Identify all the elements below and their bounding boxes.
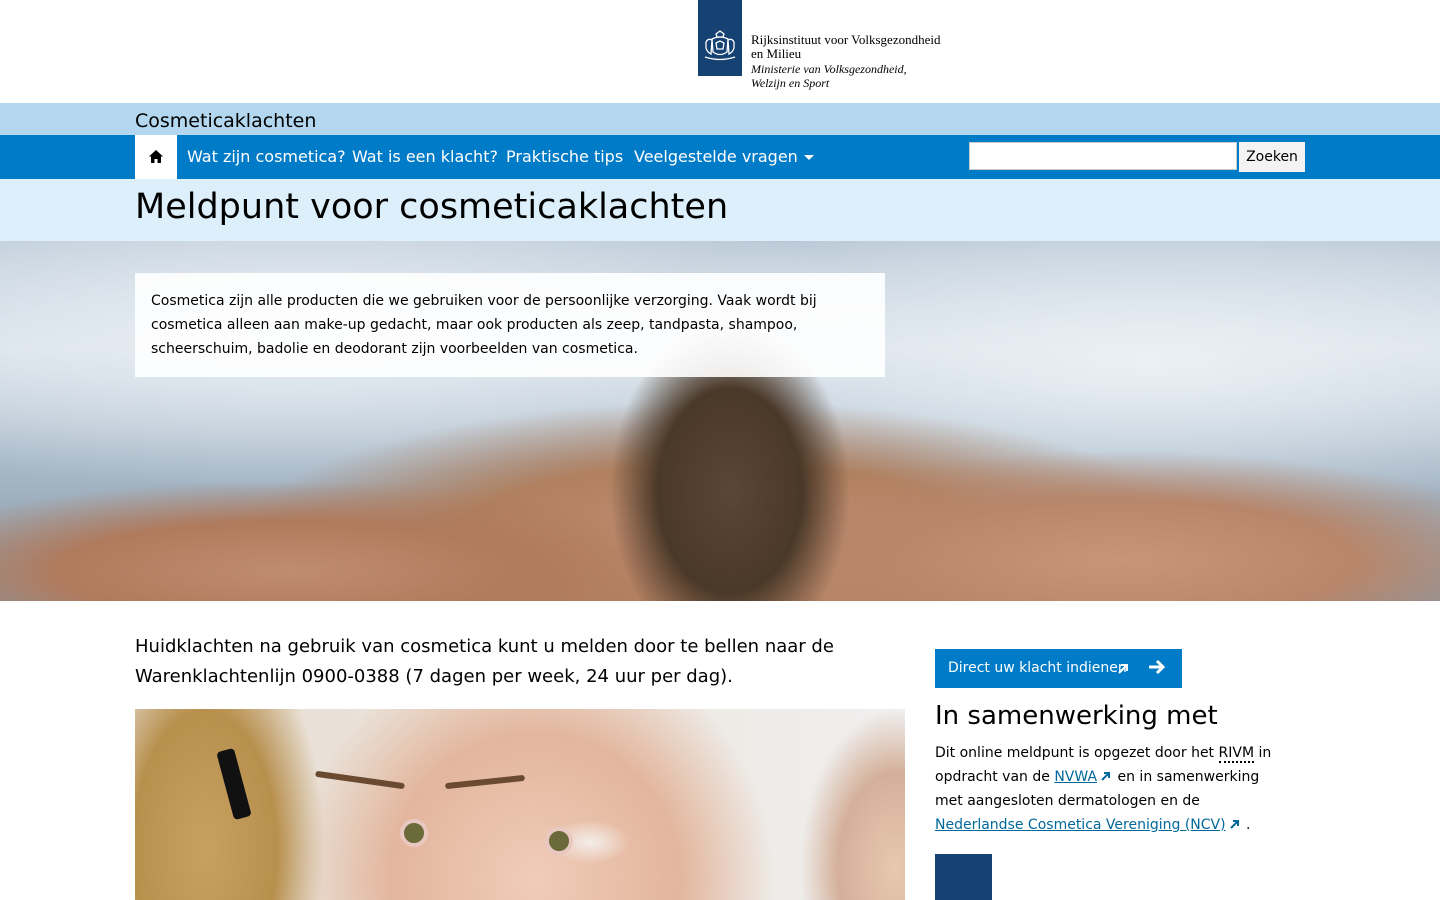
ministry-name: Ministerie van Volksgezondheid, xyxy=(751,62,907,76)
org-name: Rijksinstituut voor Volksgezondheid xyxy=(751,32,941,47)
search-button[interactable]: Zoeken xyxy=(1239,142,1305,172)
lead-paragraph: Huidklachten na gebruik van cosmetica ku… xyxy=(135,636,834,687)
nav-item-veelgestelde-vragen-label: Veelgestelde vragen xyxy=(634,147,798,166)
intro-text: Cosmetica zijn alle producten die we geb… xyxy=(151,293,817,357)
nav-item-wat-is-een-klacht[interactable]: Wat is een klacht? xyxy=(352,147,498,166)
aside-text-part: . xyxy=(1246,817,1251,833)
aside-text: Dit online meldpunt is opgezet door het … xyxy=(935,741,1285,837)
page-title-bar: Meldpunt voor cosmeticaklachten xyxy=(0,179,1440,241)
chevron-down-icon xyxy=(803,155,814,160)
org-name-line2: en Milieu xyxy=(751,46,802,61)
eye-left xyxy=(400,819,428,847)
hero-image: Cosmetica zijn alle producten die we geb… xyxy=(0,241,1440,601)
aside-title: In samenwerking met xyxy=(935,701,1218,731)
external-link-icon xyxy=(1101,772,1111,781)
eyebrow-left xyxy=(315,770,405,790)
nav-item-praktische-tips[interactable]: Praktische tips xyxy=(506,147,623,166)
ministry-name-line2: Welzijn en Sport xyxy=(751,76,830,90)
home-icon xyxy=(149,150,163,163)
main-navigation: Wat zijn cosmetica? Wat is een klacht? P… xyxy=(0,135,1440,179)
site-title[interactable]: Cosmeticaklachten xyxy=(135,110,316,132)
external-link-icon xyxy=(1118,664,1128,674)
mascara-brush xyxy=(216,747,252,821)
submit-complaint-button[interactable]: Direct uw klacht indienen xyxy=(935,649,1182,688)
intro-box: Cosmetica zijn alle producten die we geb… xyxy=(135,273,885,377)
nav-home-button[interactable] xyxy=(135,135,177,179)
eye-right xyxy=(545,827,573,855)
search-input[interactable] xyxy=(969,142,1237,170)
crest-icon xyxy=(704,30,736,61)
cosmetics-photo xyxy=(135,709,905,900)
nav-item-wat-zijn-cosmetica[interactable]: Wat zijn cosmetica? xyxy=(187,147,346,166)
nav-item-veelgestelde-vragen[interactable]: Veelgestelde vragen xyxy=(634,147,814,166)
arrow-right-icon xyxy=(1149,659,1166,675)
rijksoverheid-logo[interactable] xyxy=(698,0,742,76)
external-link-icon xyxy=(1229,820,1239,829)
nvwa-link[interactable]: NVWA xyxy=(1054,769,1097,785)
rivm-abbreviation: RIVM xyxy=(1218,745,1255,763)
submit-complaint-label: Direct uw klacht indienen xyxy=(948,660,1127,676)
page-title: Meldpunt voor cosmeticaklachten xyxy=(135,187,729,227)
ncv-link[interactable]: Nederlandse Cosmetica Vereniging (NCV) xyxy=(935,817,1226,833)
logo-text: Rijksinstituut voor Volksgezondheid en M… xyxy=(751,32,941,91)
site-title-bar: Cosmeticaklachten xyxy=(0,103,1440,135)
site-header: Rijksinstituut voor Volksgezondheid en M… xyxy=(0,0,1440,103)
aside-text-part: Dit online meldpunt is opgezet door het xyxy=(935,745,1215,761)
partner-logo[interactable] xyxy=(935,854,992,900)
eyebrow-right xyxy=(444,774,526,790)
